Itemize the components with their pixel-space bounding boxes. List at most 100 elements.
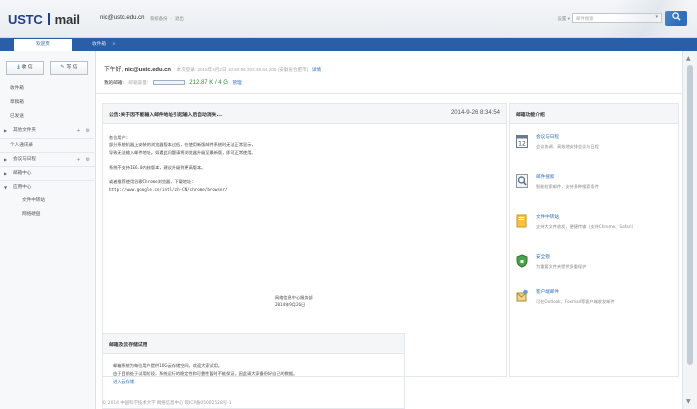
feature-name[interactable]: 邮件搜索 — [536, 174, 554, 180]
notice-url[interactable]: http://www.google.cn/intl/zh-CN/chrome/b… — [109, 186, 499, 193]
write-label: 写 信 — [66, 65, 78, 70]
chevron-down-icon[interactable]: ▾ — [655, 14, 658, 20]
add-folder-button[interactable]: + — [76, 128, 80, 134]
logout-link[interactable]: 退出 — [175, 17, 184, 22]
sidebar-item-app-center[interactable]: ▼ 应用中心 — [0, 180, 96, 194]
user-email: nic@ustc.edu.cn — [100, 15, 145, 21]
link-separator: · — [170, 17, 172, 22]
gear-icon[interactable]: ⚙ — [86, 128, 90, 134]
chevron-right-icon[interactable]: ▶ — [4, 153, 7, 167]
feature-desc: 支持大文件收发，便捷传输（支持Chrome、Safari） — [536, 224, 636, 229]
notice-signer: 网络信息中心服务部 — [275, 295, 313, 300]
tab-inbox-label: 收件箱 — [92, 42, 106, 47]
chevron-right-icon[interactable]: ▶ — [4, 167, 7, 181]
feature-name[interactable]: 文件中转站 — [536, 214, 559, 220]
write-button[interactable]: ✎ 写 信 — [50, 61, 88, 75]
storage-body: 邮箱系统为每位用户提供10G云存储空间，欢迎大家试用。 由于目前处于试用阶段，系… — [113, 362, 297, 386]
feature-desc: 会议协调、高效地安排会议与日程 — [536, 144, 599, 149]
notice-line: 各位用户: — [109, 135, 129, 140]
feature-item[interactable]: 客户端邮件 可在Outlook、Foxmail等客户端收发邮件 — [516, 287, 676, 317]
calendar-icon: 12 — [516, 135, 528, 148]
main-content: 下午好, nic@ustc.edu.cn 本次登录: 2015年4月2日 10:… — [96, 51, 682, 409]
close-icon[interactable]: × — [112, 42, 116, 47]
sidebar-item-label: 个人通讯录 — [10, 143, 33, 148]
storage-line: 邮箱系统为每位用户提供10G云存储空间，欢迎大家试用。 — [113, 363, 223, 368]
compose-buttons: ⤓ 收 信 ✎ 写 信 — [6, 61, 90, 75]
feature-item[interactable]: 12 会议与日程 会议协调、高效地安排会议与日程 — [516, 132, 676, 162]
sidebar-item-calendar[interactable]: ▶ 会议与日程 + ⚙ — [0, 152, 96, 166]
mailbox-capacity: 我的邮箱: 邮箱容量: 212.87 K / 4 G 管理 — [104, 80, 242, 86]
notice-line — [109, 156, 499, 163]
sidebar-item-label: 收件箱 — [10, 86, 24, 91]
add-calendar-button[interactable]: + — [76, 157, 80, 163]
sidebar-item-label: 会议与日程 — [13, 157, 36, 162]
backup-link[interactable]: 系统备份 — [150, 17, 168, 22]
last-login-info: 本次登录: 2015年4月2日 10:50:56 202.38.64.208 (… — [176, 67, 309, 72]
svg-text:12: 12 — [518, 141, 526, 148]
receive-label: 收 信 — [21, 65, 33, 70]
scrollbar-thumb[interactable] — [687, 65, 693, 365]
welcome-header: 下午好, nic@ustc.edu.cn 本次登录: 2015年4月2日 10:… — [96, 51, 682, 94]
notice-line: 导致无法输入邮件地址。如遇此问题请将浏览器升级至最新版，即可正常使用。 — [109, 149, 256, 155]
feature-item[interactable]: 安全锁 为重要文件夹提供多重保护 — [516, 252, 676, 282]
feature-name[interactable]: 安全锁 — [536, 254, 550, 260]
calendar-ops: + ⚙ — [71, 153, 90, 167]
sidebar-item-file-transfer[interactable]: 文件中转站 — [0, 194, 96, 208]
search-placeholder: 邮件搜索 — [576, 17, 594, 22]
sidebar-item-contacts[interactable]: 个人通讯录 — [0, 138, 96, 152]
feature-desc: 可在Outlook、Foxmail等客户端收发邮件 — [536, 299, 615, 304]
sidebar-item-label: 已发送 — [10, 114, 24, 119]
chevron-down-icon[interactable]: ▼ — [4, 181, 7, 195]
search-button[interactable] — [665, 11, 687, 26]
notice-header: 公告:关于因不能输入邮件地址引起输入后自动消失... 2014-9-26 8:3… — [103, 104, 506, 124]
manage-link[interactable]: 管理 — [232, 81, 241, 86]
vertical-scrollbar[interactable]: ▲ ▼ — [682, 51, 697, 409]
notice-date: 2014年9月26日 — [275, 302, 306, 308]
mailbox-label: 我的邮箱: — [104, 81, 124, 86]
sidebar-item-label: 网络硬盘 — [22, 212, 41, 217]
sidebar-item-drafts[interactable]: 草稿箱 — [0, 96, 96, 110]
notice-signature: 网络信息中心服务部 2014年9月26日 — [275, 294, 313, 309]
login-detail-link[interactable]: 详情 — [312, 67, 321, 72]
settings-menu[interactable]: 设置 ▾ — [557, 17, 569, 22]
receive-button[interactable]: ⤓ 收 信 — [6, 61, 44, 75]
greeting: 下午好, nic@ustc.edu.cn 本次登录: 2015年4月2日 10:… — [104, 64, 321, 73]
greeting-text: 下午好, — [104, 67, 124, 73]
capacity-bar — [152, 80, 185, 85]
scroll-up-icon[interactable]: ▲ — [686, 55, 691, 62]
notice-time: 2014-9-26 8:34:54 — [450, 110, 500, 116]
feature-item[interactable]: 文件中转站 支持大文件收发，便捷传输（支持Chrome、Safari） — [516, 212, 676, 242]
sidebar-item-inbox[interactable]: 收件箱 — [0, 82, 96, 96]
feature-name[interactable]: 会议与日程 — [536, 134, 559, 140]
chevron-right-icon[interactable]: ▶ — [4, 124, 7, 138]
search-input[interactable]: 邮件搜索 ▾ — [572, 13, 662, 23]
logo-divider — [47, 13, 50, 25]
feature-item[interactable]: 邮件搜索 智能检索邮件，支持多种搜索条件 — [516, 172, 676, 202]
folder-icon — [516, 214, 527, 228]
notice-line — [109, 171, 499, 178]
notice-line: 部分系统机器上安装的浏览器版本过低，在使用新版邮件系统时无法正常显示， — [109, 142, 256, 148]
magnifier-icon — [516, 174, 528, 188]
scroll-down-icon[interactable]: ▼ — [686, 398, 691, 405]
sidebar-item-mailbox-center[interactable]: ▶ 邮箱中心 — [0, 166, 96, 180]
sidebar-item-other-folders[interactable]: ▶ 其他文件夹 + ⚙ — [0, 124, 96, 138]
feature-name[interactable]: 客户端邮件 — [536, 289, 559, 295]
notice-title[interactable]: 公告:关于因不能输入邮件地址引起输入后自动消失... — [109, 111, 222, 118]
sidebar: ⤓ 收 信 ✎ 写 信 收件箱 草稿箱 已发送 ▶ 其他文件夹 + ⚙ 个人通讯录 ▶ 会议… — [0, 51, 96, 409]
tab-inbox[interactable]: 收件箱 × — [74, 39, 134, 51]
logo-ustc: USTC — [8, 12, 43, 27]
sidebar-item-label: 文件中转站 — [22, 198, 45, 203]
search-icon — [671, 12, 681, 21]
shield-icon — [516, 254, 528, 268]
gear-icon[interactable]: ⚙ — [86, 157, 90, 163]
storage-link[interactable]: 进入云存储 — [113, 378, 297, 386]
sidebar-item-label: 其他文件夹 — [13, 128, 36, 133]
sidebar-item-netdisk[interactable]: 网络硬盘 — [0, 208, 96, 222]
greeting-name: nic@ustc.edu.cn — [124, 67, 171, 73]
notice-body: 各位用户: 部分系统机器上安装的浏览器版本过低，在使用新版邮件系统时无法正常显示… — [109, 134, 499, 193]
logo[interactable]: USTC mail — [8, 12, 80, 27]
sidebar-item-sent[interactable]: 已发送 — [0, 110, 96, 124]
notice-line: 或者推荐使用谷歌Chrome浏览器，下载地址: — [109, 179, 194, 185]
storage-line: 由于目前处于试用阶段，系统运行的稳定性和可靠性暂时不能保证，因此请大家备份好自己… — [113, 371, 298, 376]
tab-welcome[interactable]: 欢迎页 — [14, 39, 72, 51]
